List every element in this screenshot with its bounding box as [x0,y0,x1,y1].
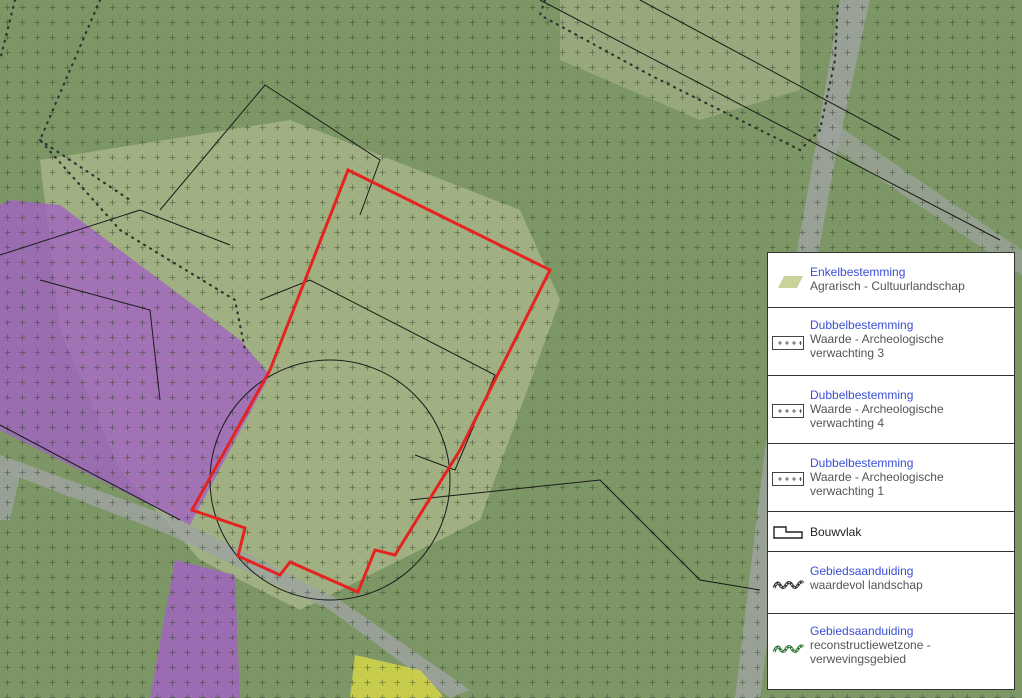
agrarisch-swatch-icon [778,276,803,288]
legend-item-archeologie-4[interactable]: Dubbelbestemming Waarde - Archeologische… [768,376,1014,444]
legend-title: Dubbelbestemming [810,318,914,332]
legend-sub: waardevol landschap [810,578,923,592]
legend-sub: reconstructiewetzone - verwevingsgebied [810,638,931,666]
legend-item-waardevol-landschap[interactable]: Gebiedsaanduiding waardevol landschap [768,552,1014,614]
legend-title: Gebiedsaanduiding [810,624,914,638]
archeologie-hatch-icon [772,404,804,418]
reconstructiewetzone-icon [772,644,804,653]
bouwvlak-outline-icon [773,526,803,539]
legend-item-archeologie-1[interactable]: Dubbelbestemming Waarde - Archeologische… [768,444,1014,512]
legend-item-reconstructiewetzone[interactable]: Gebiedsaanduiding reconstructiewetzone -… [768,614,1014,689]
legend-sub: Agrarisch - Cultuurlandschap [810,279,965,293]
legend-item-agrarisch[interactable]: Enkelbestemming Agrarisch - Cultuurlands… [768,253,1014,308]
legend-sub: Waarde - Archeologische verwachting 4 [810,402,944,430]
waardevol-landschap-icon [772,580,804,589]
legend-item-bouwvlak[interactable]: Bouwvlak [768,512,1014,552]
legend-label: Bouwvlak [810,525,862,539]
archeologie-hatch-icon [772,336,804,350]
legend-title: Dubbelbestemming [810,456,914,470]
archeologie-hatch-icon [772,472,804,486]
legend-title: Gebiedsaanduiding [810,564,914,578]
legend-sub: Waarde - Archeologische verwachting 1 [810,470,944,498]
legend-item-archeologie-3[interactable]: Dubbelbestemming Waarde - Archeologische… [768,308,1014,376]
map-legend: Enkelbestemming Agrarisch - Cultuurlands… [767,252,1015,690]
legend-title: Dubbelbestemming [810,388,914,402]
legend-sub: Waarde - Archeologische verwachting 3 [810,332,944,360]
legend-title: Enkelbestemming [810,265,906,279]
